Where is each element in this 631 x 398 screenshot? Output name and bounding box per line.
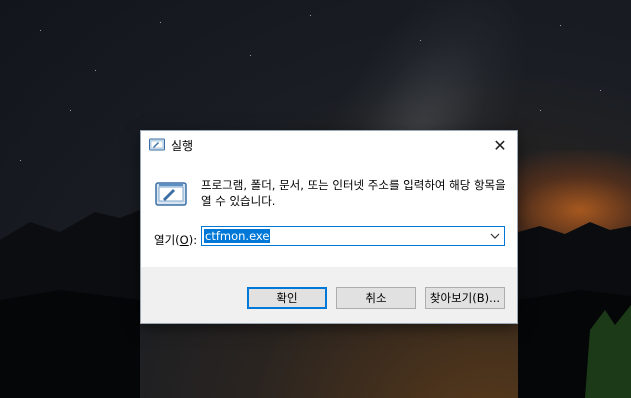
command-input[interactable]: ctfmon.exe <box>204 229 271 243</box>
ok-button[interactable]: 확인 <box>247 287 327 309</box>
title-bar[interactable]: 실행 ✕ <box>141 131 517 159</box>
browse-button[interactable]: 찾아보기(B)... <box>425 287 505 309</box>
cancel-button[interactable]: 취소 <box>336 287 416 309</box>
chevron-down-icon[interactable] <box>489 230 501 242</box>
dialog-body: 프로그램, 폴더, 문서, 또는 인터넷 주소를 입력하여 해당 항목을 열 수… <box>141 159 517 267</box>
dialog-description: 프로그램, 폴더, 문서, 또는 인터넷 주소를 입력하여 해당 항목을 열 수… <box>201 178 506 208</box>
run-icon <box>149 138 165 151</box>
close-icon: ✕ <box>493 135 507 155</box>
button-bar: 확인 취소 찾아보기(B)... <box>141 267 517 323</box>
command-combobox[interactable]: ctfmon.exe <box>201 226 505 246</box>
run-icon <box>155 182 187 206</box>
run-dialog: 실행 ✕ 프로그램, 폴더, 문서, 또는 인터넷 주소를 입력하여 해당 항목… <box>140 130 518 324</box>
dialog-title: 실행 <box>171 139 194 153</box>
close-button[interactable]: ✕ <box>483 131 517 159</box>
open-label: 열기(O): <box>154 233 198 247</box>
